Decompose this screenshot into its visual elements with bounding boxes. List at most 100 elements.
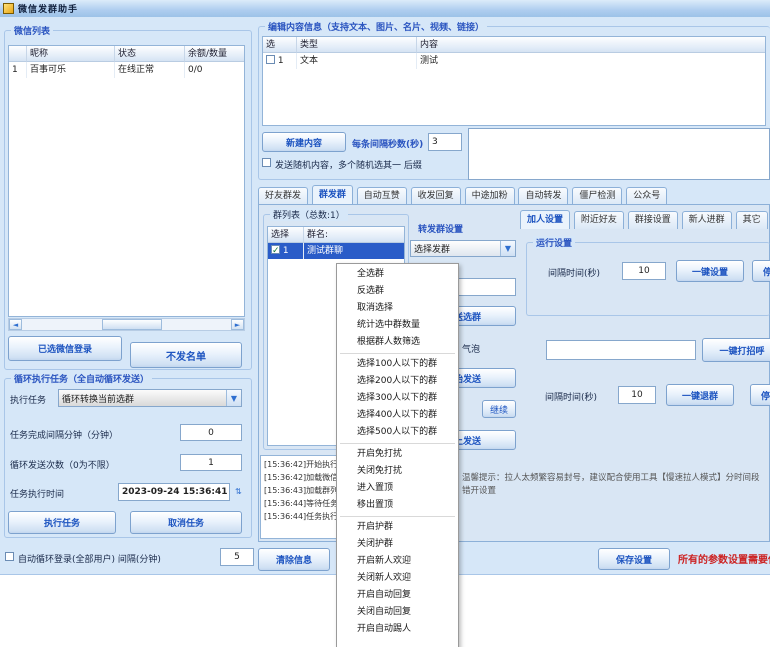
loop-count-input[interactable]: 1 bbox=[180, 454, 242, 471]
tab-other[interactable]: 其它 bbox=[736, 211, 768, 229]
interval2-label: 间隔时间(秒) bbox=[545, 390, 597, 403]
clear-log-button[interactable]: 清除信息 bbox=[258, 548, 330, 571]
scroll-left-icon[interactable]: ◄ bbox=[9, 319, 22, 330]
screenshot-root: 微信发群助手 微信列表 昵称 状态 余额/数量 1 百事可乐 在线正常 0/0 … bbox=[0, 0, 770, 647]
menu-item-filter-by-members[interactable]: 根据群人数筛选 bbox=[337, 334, 458, 351]
tab-newcomer[interactable]: 新人进群 bbox=[682, 211, 732, 229]
one-key-quit-button[interactable]: 一键退群 bbox=[666, 384, 734, 406]
tab-group-send[interactable]: 群发群 bbox=[312, 185, 353, 205]
menu-item-autoreply-on[interactable]: 开启自动回复 bbox=[337, 587, 458, 604]
menu-item-select-under-400[interactable]: 选择400人以下的群 bbox=[337, 407, 458, 424]
menu-item-guard-on[interactable]: 开启护群 bbox=[337, 519, 458, 536]
task-time-label: 任务执行时间 bbox=[10, 487, 64, 500]
amount-cell: 0/0 bbox=[185, 62, 244, 78]
type-cell: 文本 bbox=[297, 53, 417, 69]
tab-add-fans[interactable]: 中途加粉 bbox=[465, 187, 515, 205]
chevron-down-icon[interactable]: ▼ bbox=[226, 390, 241, 406]
stop2-button[interactable]: 停止 bbox=[750, 384, 770, 406]
tab-auto-like[interactable]: 自动互赞 bbox=[357, 187, 407, 205]
row-checkbox[interactable] bbox=[266, 55, 275, 64]
right-tab-strip: 加人设置 附近好友 群接设置 新人进群 其它 bbox=[520, 210, 770, 229]
updown-arrows-icon[interactable]: ⇅ bbox=[235, 487, 242, 496]
save-settings-button[interactable]: 保存设置 bbox=[598, 548, 670, 570]
menu-item-select-all[interactable]: 全选群 bbox=[337, 266, 458, 283]
wechat-table-hscrollbar[interactable]: ◄ ► bbox=[8, 318, 245, 331]
menu-item-autokick-on[interactable]: 开启自动踢人 bbox=[337, 621, 458, 638]
wechat-table-row[interactable]: 1 百事可乐 在线正常 0/0 bbox=[9, 62, 244, 78]
nickname-cell: 百事可乐 bbox=[27, 62, 115, 78]
main-tab-strip: 好友群发 群发群 自动互赞 收发回复 中途加粉 自动转发 僵尸检测 公众号 bbox=[258, 185, 770, 205]
chevron-down-icon[interactable]: ▼ bbox=[500, 241, 515, 256]
run-task-button[interactable]: 执行任务 bbox=[8, 511, 116, 534]
random-content-checkbox[interactable] bbox=[262, 158, 271, 167]
row-index: 1 bbox=[283, 246, 289, 256]
row-checkbox-checked[interactable] bbox=[271, 245, 280, 254]
header-cell bbox=[9, 46, 27, 62]
group-table-row-selected[interactable]: 1 测试群聊 bbox=[268, 243, 404, 259]
content-table-row[interactable]: 1 文本 测试 bbox=[263, 53, 765, 69]
menu-item-mute-on[interactable]: 开启免打扰 bbox=[337, 446, 458, 463]
auto-login-interval-input[interactable]: 5 bbox=[220, 548, 254, 566]
continue-button[interactable]: 继续 bbox=[482, 400, 516, 418]
menu-item-select-under-300[interactable]: 选择300人以下的群 bbox=[337, 390, 458, 407]
menu-item-mute-off[interactable]: 关闭免打扰 bbox=[337, 463, 458, 480]
tab-reply[interactable]: 收发回复 bbox=[411, 187, 461, 205]
content-table[interactable]: 选 类型 内容 1 文本 测试 bbox=[262, 36, 766, 126]
menu-item-select-under-200[interactable]: 选择200人以下的群 bbox=[337, 373, 458, 390]
row-select-cell[interactable]: 1 bbox=[263, 53, 297, 69]
auto-login-checkbox[interactable] bbox=[5, 552, 14, 561]
menu-item-select-under-500[interactable]: 选择500人以下的群 bbox=[337, 424, 458, 441]
window-title: 微信发群助手 bbox=[18, 2, 78, 15]
one-key-greet-button[interactable]: 一键打招呼 bbox=[702, 338, 770, 362]
group-table-header: 选择 群名: bbox=[268, 227, 404, 243]
interval1-input[interactable]: 10 bbox=[622, 262, 666, 280]
logged-wechat-button[interactable]: 已选微信登录 bbox=[8, 336, 122, 361]
interval2-input[interactable]: 10 bbox=[618, 386, 656, 404]
content-table-header: 选 类型 内容 bbox=[263, 37, 765, 53]
greet-text-input[interactable] bbox=[546, 340, 696, 360]
tab-nearby-friends[interactable]: 附近好友 bbox=[574, 211, 624, 229]
menu-separator bbox=[340, 516, 455, 517]
menu-item-welcome-on[interactable]: 开启新人欢迎 bbox=[337, 553, 458, 570]
menu-item-guard-off[interactable]: 关闭护群 bbox=[337, 536, 458, 553]
stop1-button[interactable]: 停止 bbox=[752, 260, 770, 282]
task-time-picker[interactable]: 2023-09-24 15:36:41 bbox=[118, 483, 230, 501]
scroll-thumb[interactable] bbox=[102, 319, 162, 330]
wechat-table[interactable]: 昵称 状态 余额/数量 1 百事可乐 在线正常 0/0 bbox=[8, 45, 245, 317]
new-content-button[interactable]: 新建内容 bbox=[262, 132, 346, 152]
menu-item-count-selected[interactable]: 统计选中群数量 bbox=[337, 317, 458, 334]
tab-auto-forward[interactable]: 自动转发 bbox=[518, 187, 568, 205]
tab-zombie-check[interactable]: 僵尸检测 bbox=[572, 187, 622, 205]
menu-item-select-under-100[interactable]: 选择100人以下的群 bbox=[337, 356, 458, 373]
tab-group-join-settings[interactable]: 群接设置 bbox=[628, 211, 678, 229]
menu-item-autoreply-off[interactable]: 关闭自动回复 bbox=[337, 604, 458, 621]
row-index-cell: 1 bbox=[9, 62, 27, 78]
menu-item-clear-selection[interactable]: 取消选择 bbox=[337, 300, 458, 317]
row-select-cell[interactable]: 1 bbox=[268, 243, 304, 259]
menu-item-pin[interactable]: 进入置顶 bbox=[337, 480, 458, 497]
content-preview-box[interactable] bbox=[468, 128, 770, 180]
blacklist-button[interactable]: 不发名单 bbox=[130, 342, 242, 368]
menu-item-unpin[interactable]: 移出置顶 bbox=[337, 497, 458, 514]
header-cell: 状态 bbox=[115, 46, 185, 62]
menu-item-welcome-off[interactable]: 关闭新人欢迎 bbox=[337, 570, 458, 587]
loop-count-label: 循环发送次数（0为不限） bbox=[10, 458, 115, 471]
title-bar: 微信发群助手 bbox=[0, 0, 770, 17]
wechat-table-header: 昵称 状态 余额/数量 bbox=[9, 46, 244, 62]
header-cell: 选择 bbox=[268, 227, 304, 243]
one-key-set-button[interactable]: 一键设置 bbox=[676, 260, 744, 282]
task-interval-input[interactable]: 0 bbox=[180, 424, 242, 441]
per-item-interval-label: 每条间隔秒数(秒) bbox=[352, 137, 423, 150]
forward-target-value: 选择发群 bbox=[411, 242, 500, 255]
task-type-dropdown[interactable]: 循环转换当前选群 ▼ bbox=[58, 389, 242, 407]
menu-item-invert-selection[interactable]: 反选群 bbox=[337, 283, 458, 300]
header-cell: 余额/数量 bbox=[185, 46, 244, 62]
scroll-right-icon[interactable]: ► bbox=[231, 319, 244, 330]
loop-task-title: 循环执行任务（全自动循环发送） bbox=[11, 372, 152, 385]
tab-official-account[interactable]: 公众号 bbox=[626, 187, 667, 205]
tab-add-settings[interactable]: 加人设置 bbox=[520, 210, 570, 229]
cancel-task-button[interactable]: 取消任务 bbox=[130, 511, 242, 534]
per-item-interval-input[interactable]: 3 bbox=[428, 133, 462, 151]
tab-friend-send[interactable]: 好友群发 bbox=[258, 187, 308, 205]
forward-target-dropdown[interactable]: 选择发群 ▼ bbox=[410, 240, 516, 257]
